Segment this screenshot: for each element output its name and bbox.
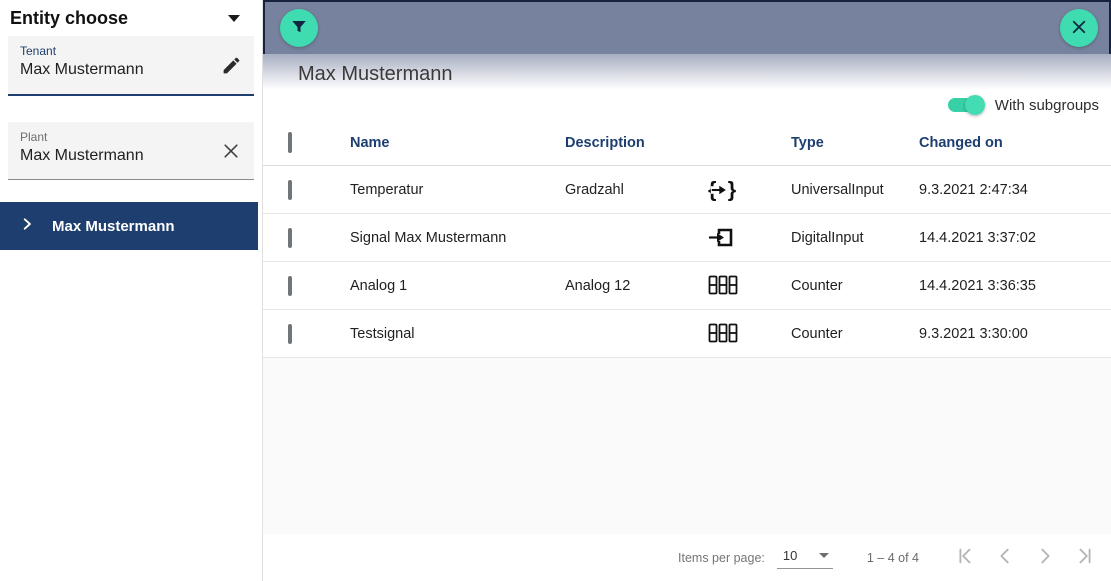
pager-buttons bbox=[945, 538, 1105, 578]
sidebar-title: Entity choose bbox=[10, 8, 128, 29]
tenant-field-value: Max Mustermann bbox=[20, 61, 244, 79]
with-subgroups-label: With subgroups bbox=[995, 97, 1099, 114]
dialog-title: Max Mustermann bbox=[298, 63, 453, 86]
table-row[interactable]: Temperatur Gradzahl { } UniversalInput 9… bbox=[263, 166, 1111, 214]
svg-text:}: } bbox=[728, 178, 737, 202]
digital-input-icon bbox=[708, 226, 734, 249]
last-page-icon bbox=[1074, 545, 1096, 570]
row-type: Counter bbox=[791, 326, 919, 342]
row-description: Gradzahl bbox=[565, 182, 708, 198]
counter-icon bbox=[708, 323, 738, 344]
close-x-icon bbox=[1070, 18, 1088, 39]
page-range-label: 1 – 4 of 4 bbox=[867, 551, 919, 565]
previous-page-button[interactable] bbox=[985, 538, 1025, 578]
row-changed-on: 9.3.2021 3:30:00 bbox=[919, 326, 1111, 342]
paginator: Items per page: 10 1 – 4 of 4 bbox=[263, 534, 1111, 581]
clear-x-icon[interactable] bbox=[218, 138, 244, 164]
row-name: Temperatur bbox=[350, 182, 565, 198]
select-all-checkbox[interactable] bbox=[288, 132, 292, 153]
filter-funnel-icon bbox=[290, 18, 308, 39]
signals-dialog: Max Mustermann With subgroups Name Descr… bbox=[262, 0, 1111, 581]
universal-input-icon: { } bbox=[708, 178, 740, 202]
filter-button[interactable] bbox=[280, 9, 318, 47]
table-row[interactable]: Analog 1 Analog 12 Counter 14.4.2021 3:3… bbox=[263, 262, 1111, 310]
row-name: Analog 1 bbox=[350, 278, 565, 294]
entity-sidebar: Entity choose Tenant Max Mustermann Plan… bbox=[0, 0, 262, 581]
column-header-description: Description bbox=[565, 135, 708, 151]
table-row[interactable]: Testsignal Counter 9.3.2021 3:30:00 bbox=[263, 310, 1111, 358]
row-changed-on: 14.4.2021 3:36:35 bbox=[919, 278, 1111, 294]
row-checkbox[interactable] bbox=[288, 276, 292, 296]
tenant-field[interactable]: Tenant Max Mustermann bbox=[8, 36, 254, 96]
row-name: Testsignal bbox=[350, 326, 565, 342]
close-button[interactable] bbox=[1060, 9, 1098, 47]
collapse-caret-icon[interactable] bbox=[228, 15, 240, 22]
row-checkbox[interactable] bbox=[288, 228, 292, 248]
next-page-button[interactable] bbox=[1025, 538, 1065, 578]
row-changed-on: 9.3.2021 2:47:34 bbox=[919, 182, 1111, 198]
dialog-title-band: Max Mustermann bbox=[263, 54, 1111, 90]
plant-field-value: Max Mustermann bbox=[20, 147, 244, 165]
previous-page-icon bbox=[994, 545, 1016, 570]
row-checkbox[interactable] bbox=[288, 180, 292, 200]
subgroups-toggle-row: With subgroups bbox=[263, 90, 1111, 120]
sidebar-item-label: Max Mustermann bbox=[52, 218, 175, 235]
sidebar-item-max-mustermann[interactable]: Max Mustermann bbox=[0, 202, 258, 250]
items-per-page-value: 10 bbox=[783, 548, 797, 563]
row-changed-on: 14.4.2021 3:37:02 bbox=[919, 230, 1111, 246]
plant-field[interactable]: Plant Max Mustermann bbox=[8, 122, 254, 180]
table-header-row: Name Description Type Changed on bbox=[263, 120, 1111, 166]
toggle-knob bbox=[965, 95, 985, 115]
next-page-icon bbox=[1034, 545, 1056, 570]
row-type: DigitalInput bbox=[791, 230, 919, 246]
select-caret-icon bbox=[819, 553, 829, 558]
plant-field-label: Plant bbox=[20, 130, 244, 144]
row-type: Counter bbox=[791, 278, 919, 294]
sidebar-header: Entity choose bbox=[0, 0, 262, 30]
first-page-button[interactable] bbox=[945, 538, 985, 578]
column-header-changed-on: Changed on bbox=[919, 135, 1111, 151]
tenant-field-label: Tenant bbox=[20, 44, 244, 58]
row-description: Analog 12 bbox=[565, 278, 708, 294]
column-header-name: Name bbox=[350, 135, 565, 151]
with-subgroups-toggle[interactable] bbox=[948, 98, 982, 112]
last-page-button[interactable] bbox=[1065, 538, 1105, 578]
items-per-page-label: Items per page: bbox=[678, 551, 765, 565]
row-name: Signal Max Mustermann bbox=[350, 230, 565, 246]
items-per-page-select[interactable]: 10 bbox=[777, 546, 833, 569]
chevron-right-icon bbox=[20, 217, 34, 236]
dialog-topbar bbox=[263, 0, 1111, 54]
counter-icon bbox=[708, 275, 738, 296]
table-empty-area bbox=[263, 358, 1111, 534]
row-checkbox[interactable] bbox=[288, 324, 292, 344]
table-row[interactable]: Signal Max Mustermann DigitalInput 14.4.… bbox=[263, 214, 1111, 262]
row-type: UniversalInput bbox=[791, 182, 919, 198]
first-page-icon bbox=[954, 545, 976, 570]
edit-pencil-icon[interactable] bbox=[218, 52, 244, 78]
column-header-type: Type bbox=[791, 135, 919, 151]
